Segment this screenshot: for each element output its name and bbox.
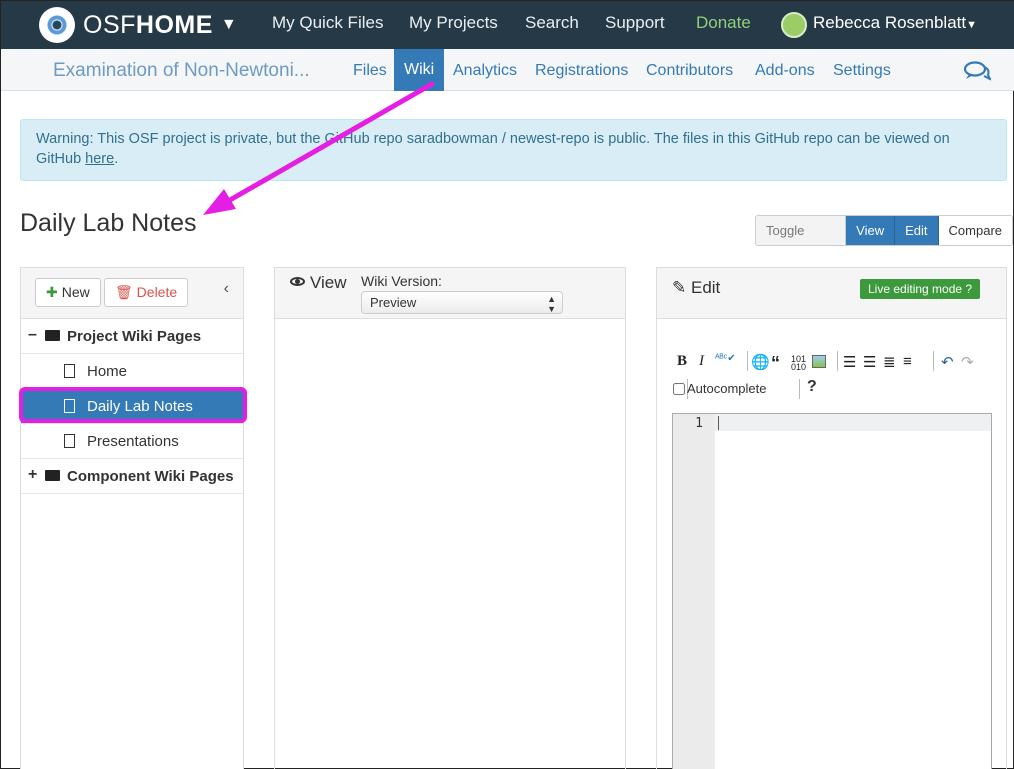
tab-settings[interactable]: Settings bbox=[833, 62, 891, 80]
folder-open-icon bbox=[45, 330, 60, 341]
autocomplete-checkbox[interactable]: Autocomplete bbox=[673, 381, 767, 396]
wiki-sidebar: ✚ New 🗑 Delete ‹ – Project Wiki Pages Hom… bbox=[20, 267, 244, 769]
user-menu[interactable]: Rebecca Rosenblatt▼ bbox=[813, 13, 977, 33]
help-icon[interactable]: ? bbox=[807, 378, 817, 396]
edit-panel-header: ✎ Edit Live editing mode ? bbox=[657, 268, 1006, 319]
file-icon bbox=[64, 364, 75, 378]
editor-active-line bbox=[715, 414, 991, 431]
tab-files[interactable]: Files bbox=[353, 62, 387, 80]
tree-folder-project-wiki-pages[interactable]: – Project Wiki Pages bbox=[21, 319, 243, 354]
spellcheck-icon[interactable]: ᴬᴮᶜ✔ bbox=[715, 353, 736, 364]
toggle-view-label: Toggle view: bbox=[756, 216, 847, 245]
bold-icon[interactable]: B bbox=[677, 353, 687, 370]
user-avatar[interactable] bbox=[781, 12, 807, 38]
tab-contributors[interactable]: Contributors bbox=[646, 62, 733, 80]
toggle-view-group: Toggle view: View Edit Compare bbox=[755, 215, 1013, 246]
italic-icon[interactable]: I bbox=[699, 353, 704, 370]
project-title[interactable]: Examination of Non-Newtoni... bbox=[53, 60, 310, 82]
page-title: Daily Lab Notes bbox=[20, 209, 197, 237]
github-warning-alert: Warning: This OSF project is private, bu… bbox=[20, 119, 1007, 181]
wiki-editor[interactable]: 1 bbox=[672, 413, 992, 769]
nav-support[interactable]: Support bbox=[605, 13, 665, 33]
tree-page-presentations[interactable]: Presentations bbox=[21, 424, 243, 459]
caret-down-icon: ▼ bbox=[966, 19, 977, 31]
plus-icon[interactable]: + bbox=[28, 466, 37, 484]
eye-icon bbox=[290, 277, 305, 286]
editor-gutter bbox=[673, 414, 715, 769]
toolbar-divider bbox=[747, 351, 748, 371]
toggle-edit-button[interactable]: Edit bbox=[895, 216, 939, 245]
osf-logo-icon bbox=[39, 7, 75, 43]
text-cursor bbox=[718, 416, 719, 430]
sidebar-header: ✚ New 🗑 Delete ‹ bbox=[21, 268, 243, 319]
blockquote-icon[interactable]: “ bbox=[771, 353, 780, 374]
image-icon[interactable] bbox=[812, 355, 826, 368]
caret-down-icon: ▼ bbox=[220, 16, 237, 33]
view-panel: View Wiki Version: Preview ▲ ▼ bbox=[274, 267, 626, 769]
file-icon bbox=[64, 399, 75, 413]
collapse-sidebar-icon[interactable]: ‹ bbox=[224, 280, 229, 298]
toolbar-divider bbox=[799, 379, 800, 399]
tab-registrations[interactable]: Registrations bbox=[535, 62, 628, 80]
toolbar-divider bbox=[933, 351, 934, 371]
horizontal-rule-icon[interactable]: ≡ bbox=[903, 353, 912, 370]
undo-icon[interactable]: ↶ bbox=[941, 353, 954, 371]
tree-folder-component-wiki-pages[interactable]: + Component Wiki Pages bbox=[21, 459, 243, 494]
tree-page-daily-lab-notes[interactable]: Daily Lab Notes bbox=[21, 389, 243, 424]
link-icon[interactable]: 🌐 bbox=[751, 353, 770, 371]
toolbar-divider bbox=[837, 351, 838, 371]
folder-icon bbox=[45, 470, 60, 481]
view-panel-title: View bbox=[290, 273, 347, 293]
nav-search[interactable]: Search bbox=[525, 13, 579, 33]
line-number: 1 bbox=[695, 416, 703, 431]
question-circle-icon: ? bbox=[965, 282, 973, 296]
view-panel-header: View Wiki Version: Preview ▲ ▼ bbox=[275, 268, 625, 319]
delete-page-button[interactable]: 🗑 Delete bbox=[104, 278, 189, 307]
tree-page-home[interactable]: Home bbox=[21, 354, 243, 389]
toggle-view-button[interactable]: View bbox=[846, 216, 896, 245]
toggle-compare-button[interactable]: Compare bbox=[938, 216, 1012, 245]
github-here-link[interactable]: here bbox=[85, 151, 114, 167]
autocomplete-input[interactable] bbox=[673, 383, 685, 395]
nav-my-projects[interactable]: My Projects bbox=[409, 13, 498, 33]
wiki-version-select[interactable]: Preview ▲ ▼ bbox=[361, 291, 563, 314]
minus-icon[interactable]: – bbox=[28, 326, 37, 344]
edit-panel-title: ✎ Edit bbox=[672, 278, 721, 297]
file-icon bbox=[64, 434, 75, 448]
plus-icon: ✚ bbox=[46, 284, 58, 300]
select-arrows-icon: ▲ ▼ bbox=[547, 294, 556, 314]
trash-icon: 🗑 bbox=[115, 284, 133, 300]
live-editing-badge[interactable]: Live editing mode ? bbox=[860, 279, 981, 299]
tab-analytics[interactable]: Analytics bbox=[453, 62, 517, 80]
nav-my-quick-files[interactable]: My Quick Files bbox=[272, 13, 383, 33]
comments-icon[interactable] bbox=[963, 61, 991, 81]
project-navbar: Examination of Non-Newtoni... Files Wiki… bbox=[1, 49, 1014, 91]
code-icon[interactable]: 101 010 bbox=[791, 355, 806, 372]
tab-wiki[interactable]: Wiki bbox=[394, 49, 445, 91]
ordered-list-icon[interactable]: ☰ bbox=[843, 353, 856, 371]
wiki-version-label: Wiki Version: bbox=[361, 273, 442, 289]
edit-icon: ✎ bbox=[672, 278, 687, 297]
brand-text: OSFHOME bbox=[83, 10, 213, 39]
unordered-list-icon[interactable]: ☰ bbox=[863, 353, 876, 371]
osf-home-brand[interactable]: OSFHOME ▼ bbox=[39, 7, 237, 43]
new-page-button[interactable]: ✚ New bbox=[35, 278, 101, 307]
edit-panel: ✎ Edit Live editing mode ? B I ᴬᴮᶜ✔ 🌐 “ … bbox=[656, 267, 1007, 769]
heading-icon[interactable]: ≣ bbox=[883, 353, 896, 371]
top-navbar: OSFHOME ▼ My Quick Files My Projects Sea… bbox=[1, 1, 1014, 49]
tab-add-ons[interactable]: Add-ons bbox=[755, 62, 815, 80]
redo-icon[interactable]: ↷ bbox=[961, 353, 974, 371]
nav-donate[interactable]: Donate bbox=[696, 13, 751, 33]
